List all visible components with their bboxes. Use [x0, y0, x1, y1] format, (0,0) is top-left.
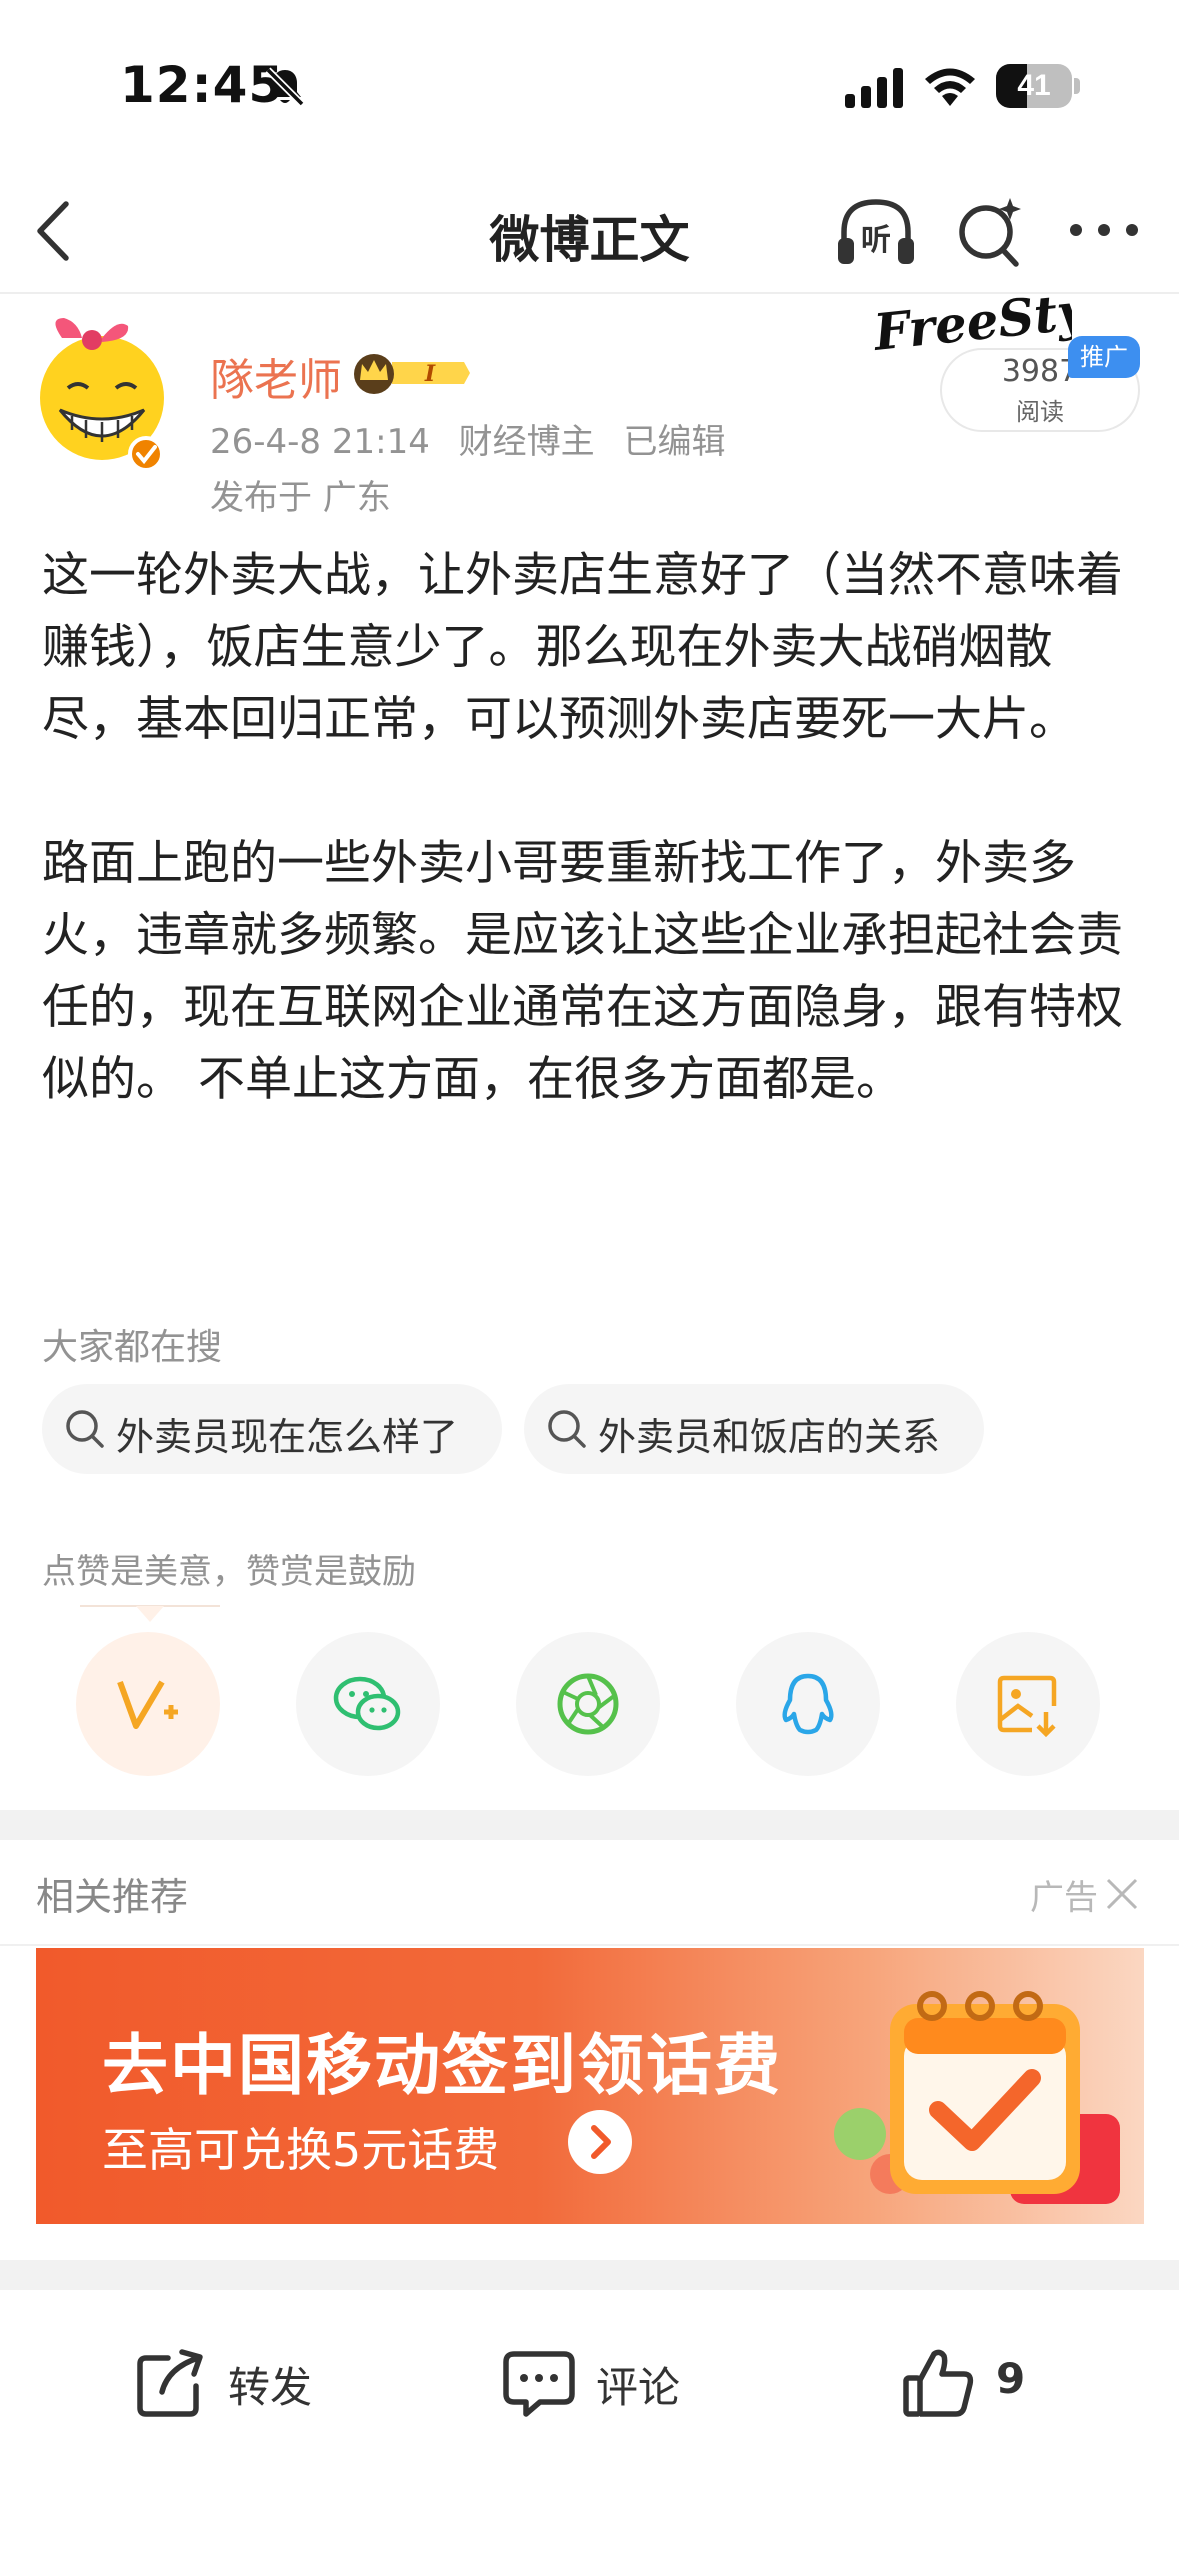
share-wechat-button[interactable]	[296, 1632, 440, 1776]
share-qq-button[interactable]	[736, 1632, 880, 1776]
post-meta: 26-4-8 21:14 财经博主 已编辑	[210, 414, 743, 463]
like-count: 9	[996, 2354, 1026, 2403]
bell-off-icon	[265, 67, 305, 107]
post-paragraph: 路面上跑的一些外卖小哥要重新找工作了，外卖多火，违章就多频繁。是应该让这些企业承…	[42, 836, 1123, 1107]
reward-hint: 点赞是美意，赞赏是鼓励	[42, 1552, 416, 1592]
hot-search-title: 大家都在搜	[42, 1327, 223, 1368]
wifi-icon	[925, 68, 975, 106]
author-category: 财经博主	[458, 422, 595, 462]
vip-crown-icon: I	[354, 354, 470, 394]
vip-level: I	[424, 361, 436, 387]
search-icon	[66, 1410, 104, 1448]
reward-pointer	[80, 1605, 220, 1622]
avatar[interactable]	[38, 312, 174, 472]
save-image-icon	[997, 1675, 1057, 1738]
cellular-signal-icon	[845, 68, 903, 108]
hot-search-chip[interactable]: 外卖员现在怎么样了	[42, 1384, 502, 1474]
repost-button[interactable]: 转发	[132, 2336, 352, 2426]
recommend-title: 相关推荐	[36, 1875, 189, 1919]
wechat-icon	[333, 1676, 401, 1731]
section-divider	[0, 1810, 1179, 1840]
moments-icon	[557, 1673, 619, 1735]
read-label: 阅读	[1016, 398, 1064, 426]
action-bar: 转发 评论 9	[0, 2290, 1179, 2556]
author-name[interactable]: 隊老师	[210, 344, 342, 408]
close-icon[interactable]	[1104, 1872, 1140, 1912]
battery-icon: 41	[996, 64, 1080, 108]
ad-banner[interactable]: 去中国移动签到领话费 至高可兑换5元话费	[36, 1948, 1144, 2224]
ad-subline: 至高可兑换5元话费	[102, 2123, 500, 2177]
battery-percent: 41	[1017, 69, 1051, 102]
edited-label: 已编辑	[623, 422, 726, 462]
hot-search-chip[interactable]: 外卖员和饭店的关系	[524, 1384, 984, 1474]
section-divider	[0, 2260, 1179, 2290]
reward-button[interactable]	[76, 1632, 220, 1776]
reward-icon	[117, 1680, 178, 1729]
save-image-button[interactable]	[956, 1632, 1100, 1776]
like-button[interactable]: 9	[900, 2336, 1080, 2426]
search-icon	[548, 1410, 586, 1448]
listen-glyph: 听	[861, 223, 891, 258]
qq-icon	[782, 1673, 834, 1735]
post-paragraph: 这一轮外卖大战，让外卖店生意好了（当然不意味着赚钱），饭店生意少了。那么现在外卖…	[42, 548, 1123, 747]
ad-headline: 去中国移动签到领话费	[102, 2027, 782, 2104]
share-moments-button[interactable]	[516, 1632, 660, 1776]
post-timestamp: 26-4-8 21:14	[210, 422, 430, 462]
comment-button[interactable]: 评论	[500, 2336, 720, 2426]
arrow-right-icon	[568, 2110, 632, 2174]
post-location: 发布于 广东	[210, 478, 391, 518]
status-bar: 12:45 41	[0, 0, 1179, 170]
thumbs-up-icon	[903, 2349, 974, 2417]
hot-search-label: 外卖员现在怎么样了	[116, 1415, 459, 1459]
repost-label: 转发	[228, 2363, 313, 2412]
search-icon[interactable]	[952, 192, 1028, 272]
more-icon[interactable]	[1066, 210, 1142, 250]
comment-label: 评论	[596, 2363, 681, 2412]
read-count-card[interactable]: FreeStyle 3987 阅读 推广	[872, 294, 1142, 434]
hot-search-label: 外卖员和饭店的关系	[598, 1415, 941, 1459]
promo-tag[interactable]: 推广	[1068, 336, 1140, 378]
repost-icon	[137, 2349, 203, 2417]
divider	[0, 1944, 1179, 1946]
comment-icon	[503, 2351, 575, 2417]
ad-label: 广告	[1030, 1878, 1098, 1918]
post-body: 这一轮外卖大战，让外卖店生意好了（当然不意味着赚钱），饭店生意少了。那么现在外卖…	[42, 540, 1142, 1116]
nav-bar: 微博正文 听	[0, 170, 1179, 294]
status-time: 12:45	[120, 56, 285, 114]
calendar-check-icon	[834, 1991, 1120, 2204]
listen-icon[interactable]: 听	[834, 192, 918, 272]
